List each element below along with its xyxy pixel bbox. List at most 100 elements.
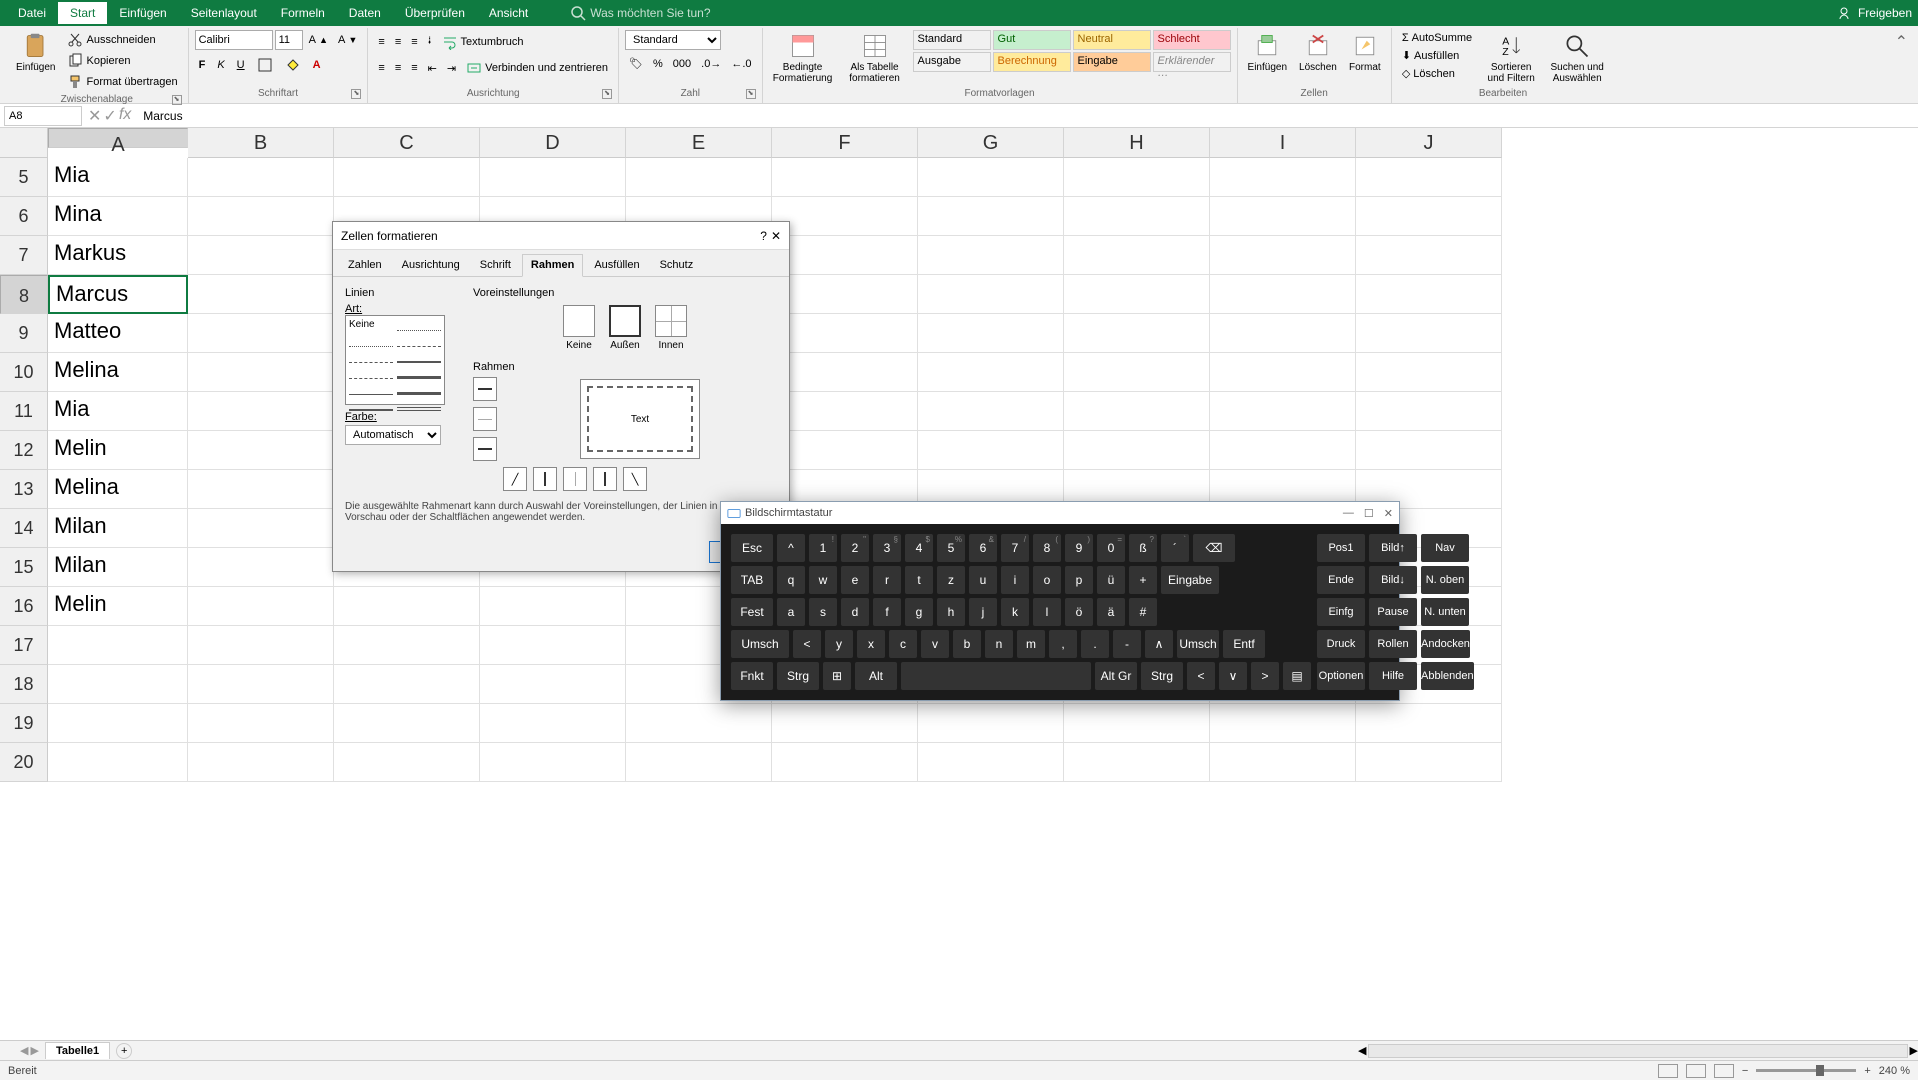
share-button[interactable]: Freigeben <box>1838 5 1912 21</box>
cell[interactable] <box>334 587 480 626</box>
cell[interactable] <box>188 509 334 548</box>
osk-maximize-button[interactable]: ☐ <box>1364 507 1374 520</box>
cell[interactable] <box>626 743 772 782</box>
data-tab[interactable]: Daten <box>337 2 393 24</box>
osk-key[interactable]: g <box>905 598 933 626</box>
column-header[interactable]: H <box>1064 128 1210 158</box>
osk-key[interactable]: Alt <box>855 662 897 690</box>
cell[interactable] <box>918 353 1064 392</box>
osk-key[interactable]: 3§ <box>873 534 901 562</box>
border-diag-up-button[interactable]: ╱ <box>503 467 527 491</box>
cell[interactable] <box>772 392 918 431</box>
row-header[interactable]: 8 <box>0 275 48 314</box>
merge-center-button[interactable]: Verbinden und zentrieren <box>462 58 612 78</box>
border-left-button[interactable] <box>533 467 557 491</box>
osk-key[interactable]: Andocken <box>1421 630 1470 658</box>
font-color-button[interactable]: A <box>309 55 328 75</box>
cell[interactable] <box>480 665 626 704</box>
row-header[interactable]: 15 <box>0 548 48 587</box>
osk-key[interactable]: ö <box>1065 598 1093 626</box>
cell[interactable] <box>772 197 918 236</box>
cell[interactable] <box>334 743 480 782</box>
border-bottom-button[interactable] <box>473 437 497 461</box>
cell[interactable] <box>188 665 334 704</box>
line-style-list[interactable]: Keine <box>345 315 445 405</box>
osk-key[interactable]: 4$ <box>905 534 933 562</box>
column-header[interactable]: E <box>626 128 772 158</box>
osk-key[interactable]: Bild↓ <box>1369 566 1417 594</box>
osk-key[interactable]: 8( <box>1033 534 1061 562</box>
cell[interactable] <box>1356 431 1502 470</box>
line-style-option[interactable] <box>397 383 441 395</box>
osk-close-button[interactable]: ✕ <box>1384 507 1393 520</box>
formulas-tab[interactable]: Formeln <box>269 2 337 24</box>
osk-key[interactable]: d <box>841 598 869 626</box>
osk-key[interactable]: 9) <box>1065 534 1093 562</box>
border-right-button[interactable] <box>593 467 617 491</box>
column-header[interactable]: B <box>188 128 334 158</box>
osk-key[interactable]: 7/ <box>1001 534 1029 562</box>
line-style-option[interactable] <box>397 399 441 411</box>
osk-key[interactable]: Nav <box>1421 534 1469 562</box>
cell[interactable] <box>772 236 918 275</box>
cell[interactable] <box>772 275 918 314</box>
cell[interactable]: Melin <box>48 431 188 470</box>
border-hmid-button[interactable] <box>473 407 497 431</box>
cell[interactable] <box>1356 158 1502 197</box>
cell[interactable] <box>1064 392 1210 431</box>
cell[interactable] <box>48 743 188 782</box>
cut-button[interactable]: Ausschneiden <box>63 30 181 50</box>
style-neutral[interactable]: Neutral <box>1073 30 1151 50</box>
cell[interactable] <box>1064 158 1210 197</box>
osk-key[interactable]: ⊞ <box>823 662 851 690</box>
row-header[interactable]: 18 <box>0 665 48 704</box>
cell[interactable] <box>1064 314 1210 353</box>
row-header[interactable]: 17 <box>0 626 48 665</box>
align-top-button[interactable]: ≡ <box>374 34 388 50</box>
osk-key[interactable]: 6& <box>969 534 997 562</box>
cell[interactable] <box>48 665 188 704</box>
line-style-option[interactable] <box>349 335 393 347</box>
row-header[interactable]: 14 <box>0 509 48 548</box>
row-header[interactable]: 16 <box>0 587 48 626</box>
style-berechnung[interactable]: Berechnung <box>993 52 1071 72</box>
cell[interactable] <box>918 314 1064 353</box>
osk-key[interactable]: ∨ <box>1219 662 1247 690</box>
cell[interactable] <box>1064 431 1210 470</box>
decrease-indent-button[interactable]: ⇤ <box>424 60 441 77</box>
preset-none[interactable]: Keine <box>563 305 595 351</box>
cell[interactable] <box>772 431 918 470</box>
osk-key[interactable]: Optionen <box>1317 662 1365 690</box>
osk-key[interactable]: y <box>825 630 853 658</box>
osk-key[interactable]: ´` <box>1161 534 1189 562</box>
cell[interactable] <box>1210 353 1356 392</box>
style-gut[interactable]: Gut <box>993 30 1071 50</box>
row-header[interactable]: 9 <box>0 314 48 353</box>
cell[interactable] <box>1210 314 1356 353</box>
underline-button[interactable]: U <box>233 55 249 75</box>
osk-key[interactable]: Fest <box>731 598 773 626</box>
osk-key[interactable]: j <box>969 598 997 626</box>
increase-font-button[interactable]: A▲ <box>305 30 332 50</box>
sheet-tab[interactable]: Tabelle1 <box>45 1042 110 1059</box>
align-left-button[interactable]: ≡ <box>374 60 388 76</box>
tell-me-search[interactable]: Was möchten Sie tun? <box>570 5 710 21</box>
autosum-button[interactable]: ΣAutoSumme <box>1398 30 1476 46</box>
osk-minimize-button[interactable]: — <box>1343 507 1354 520</box>
row-header[interactable]: 6 <box>0 197 48 236</box>
osk-key[interactable]: Strg <box>777 662 819 690</box>
osk-key[interactable]: ⌫ <box>1193 534 1235 562</box>
cell[interactable]: Milan <box>48 548 188 587</box>
border-color-select[interactable]: Automatisch <box>345 425 441 445</box>
accounting-format-button[interactable]: 🏷 <box>625 55 647 72</box>
cell[interactable] <box>1064 353 1210 392</box>
number-format-select[interactable]: Standard <box>625 30 721 50</box>
number-launcher[interactable]: ⬊ <box>746 89 756 99</box>
osk-key[interactable]: # <box>1129 598 1157 626</box>
format-as-table-button[interactable]: Als Tabelle formatieren <box>841 30 909 86</box>
cell[interactable] <box>1210 743 1356 782</box>
line-style-option[interactable] <box>349 399 393 411</box>
cell[interactable] <box>188 353 334 392</box>
insert-tab[interactable]: Einfügen <box>107 2 178 24</box>
osk-key[interactable]: r <box>873 566 901 594</box>
